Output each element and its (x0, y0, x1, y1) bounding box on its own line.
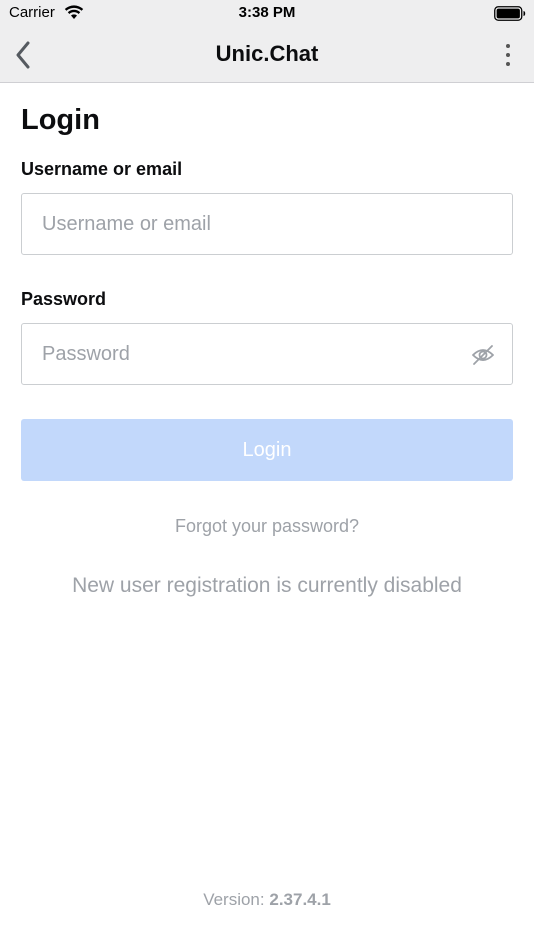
toggle-password-visibility-button[interactable] (470, 342, 496, 368)
password-label: Password (21, 289, 107, 309)
battery-icon (494, 6, 526, 26)
login-button[interactable]: Login (21, 419, 513, 481)
version-label: Version: (203, 890, 265, 909)
version-number: 2.37.4.1 (269, 890, 331, 909)
navigation-bar: Unic.Chat (0, 28, 534, 83)
app-version: Version: 2.37.4.1 (0, 890, 534, 910)
nav-title: Unic.Chat (215, 41, 319, 66)
forgot-password-link[interactable]: Forgot your password? (0, 516, 534, 537)
username-label: Username or email (21, 159, 183, 179)
password-input[interactable] (21, 323, 513, 385)
more-vertical-icon-dot (506, 44, 510, 48)
registration-disabled-notice: New user registration is currently disab… (72, 574, 462, 597)
username-input[interactable] (21, 193, 513, 255)
status-time: 3:38 PM (238, 4, 296, 21)
login-screen: Carrier 3:38 PM Unic.Chat Login Username… (0, 0, 534, 950)
more-options-button[interactable] (498, 40, 518, 70)
more-vertical-icon-dot (506, 62, 510, 66)
more-vertical-icon-dot (506, 53, 510, 57)
status-bar: Carrier 3:38 PM (0, 0, 534, 28)
page-title: Login (21, 104, 100, 136)
eye-off-icon (472, 345, 494, 365)
